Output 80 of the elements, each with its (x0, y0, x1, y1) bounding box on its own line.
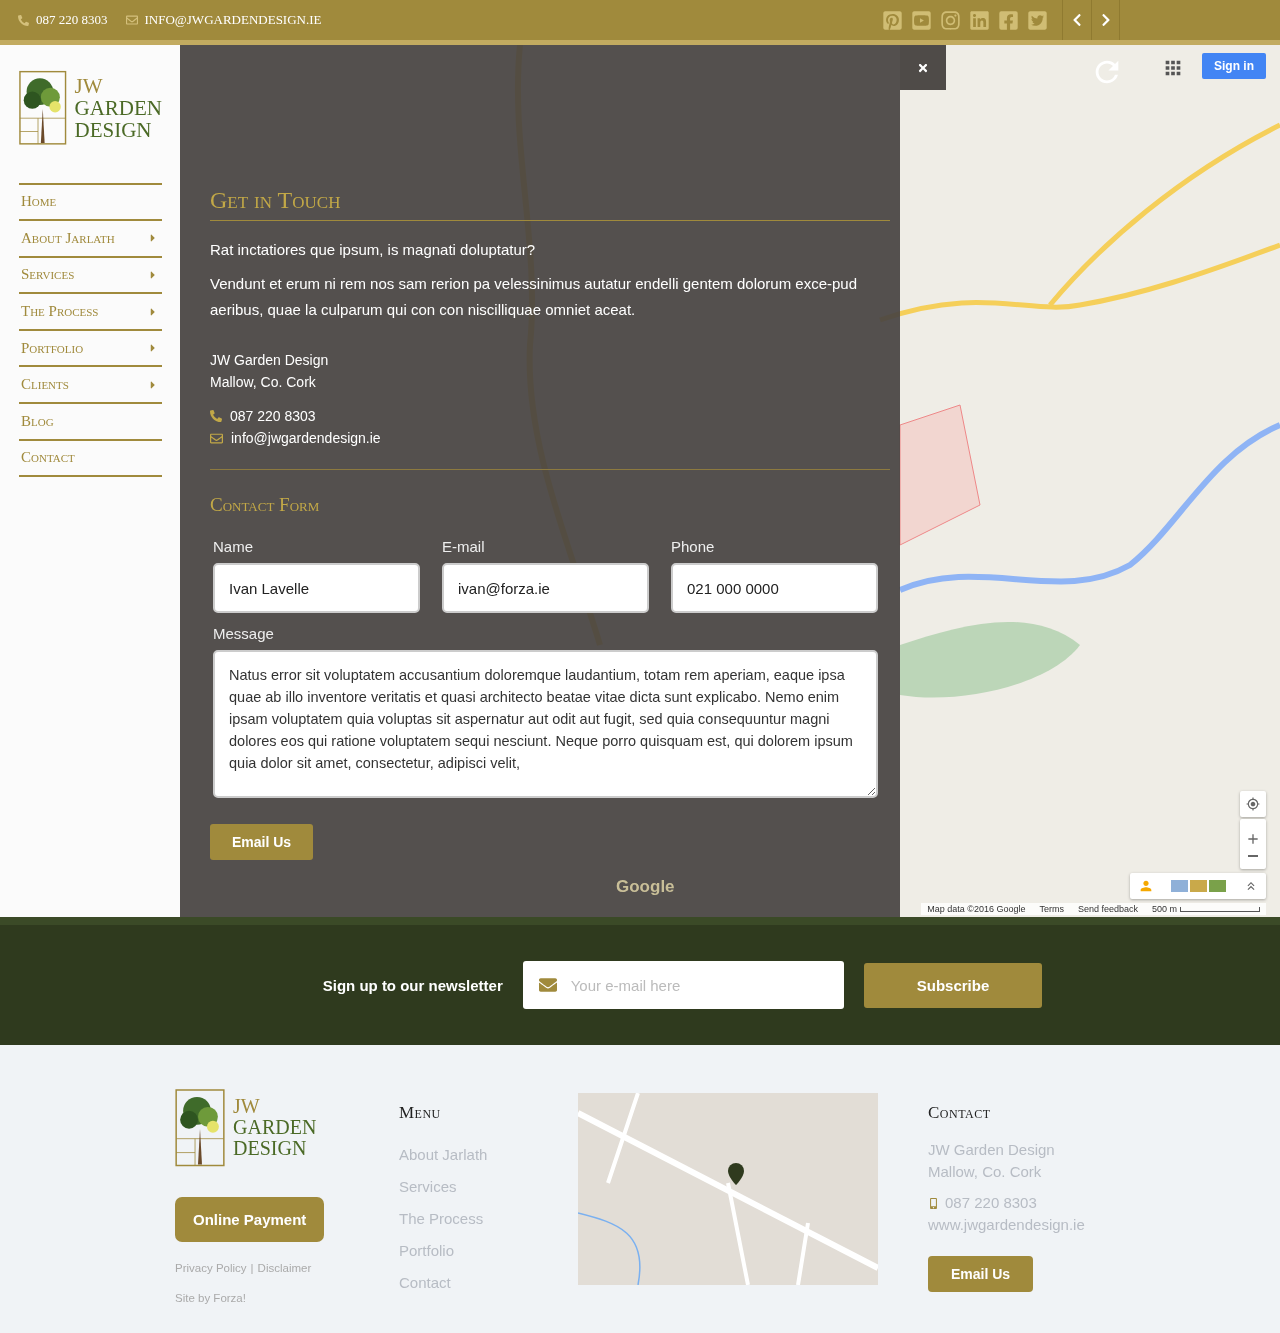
map-attribution: Map data ©2016 Google (927, 904, 1026, 914)
email-us-button[interactable]: Email Us (210, 824, 314, 860)
google-logo: Google (616, 877, 675, 897)
topbar-phone[interactable]: 087 220 8303 (18, 0, 108, 40)
envelope-icon (210, 431, 223, 445)
newsletter-email-field[interactable]: Your e-mail here (522, 961, 844, 1009)
company-name: JW Garden Design (928, 1140, 1055, 1160)
sidebar-menu-item[interactable]: Blog (19, 404, 162, 441)
sidebar-menu-item[interactable]: Home (19, 184, 162, 222)
subscribe-button[interactable]: Subscribe (863, 962, 1043, 1008)
phone-icon (18, 14, 29, 26)
footer-phone: 087 220 8303 (928, 1192, 1037, 1214)
pinterest-icon[interactable] (882, 9, 903, 31)
facebook-icon[interactable] (998, 9, 1019, 31)
newsletter-label: Sign up to our newsletter (322, 976, 503, 994)
mobile-phone-icon (928, 1197, 939, 1209)
contact-email[interactable]: info@jwgardendesign.ie (210, 427, 890, 449)
online-payment-button[interactable]: Online Payment (175, 1196, 325, 1242)
sidebar-menu-item[interactable]: Contact (19, 440, 162, 478)
address-text: Mallow, Co. Cork (210, 373, 317, 392)
message-input[interactable]: Natus error sit voluptatem accusantium doloremque laudantium, totam rem aperiam, eaque ipsa quae ab illo inventore veritatis et quasi architecto beatae vitae dicta sunt explicabo. Nemo enim ipsam voluptatem quia voluptas sit aspernatur aut odit aut fugit, sed quia consequuntur magni dolores eos qui ratione voluptatem sequi nesciunt. Neque porro quisquam est, qui dolorem ipsum quia dolor sit amet, consectetur, adipisci velit, (213, 650, 878, 798)
text-input[interactable]: 021 000 0000 (671, 563, 878, 613)
privacy-policy-link[interactable]: Privacy Policy (175, 1261, 247, 1274)
phone-icon (210, 410, 222, 422)
sidebar-menu-item[interactable]: Services (19, 257, 162, 295)
tree-logo-icon (19, 69, 67, 147)
footer-menu-link[interactable]: Portfolio (399, 1235, 455, 1267)
tree-logo-icon (175, 1089, 225, 1167)
logo-text: JW GARDEN DESIGN (233, 1096, 317, 1160)
sidebar-menu-item[interactable]: Portfolio (19, 330, 162, 368)
footer-menu-link[interactable]: Contact (399, 1267, 451, 1299)
logo-text: JW GARDEN DESIGN (74, 74, 162, 141)
location-icon (1246, 797, 1260, 811)
text-input[interactable]: ivan@forza.ie (442, 563, 649, 613)
close-icon (917, 61, 929, 74)
pegman-icon (1138, 878, 1154, 894)
my-location-button[interactable] (1240, 791, 1266, 817)
field-label: Phone (671, 538, 716, 555)
address-text: Mallow, Co. Cork (928, 1162, 1042, 1182)
company-name: JW Garden Design (210, 351, 330, 370)
field-label: Message (213, 625, 275, 642)
minus-icon (1248, 855, 1258, 857)
sidebar-menu-item[interactable]: Clients (19, 367, 162, 405)
email-us-button[interactable]: Email Us (928, 1256, 1034, 1292)
map-scale: 500 m (1152, 904, 1260, 914)
credit-text: Site by Forza! (175, 1291, 246, 1304)
zoom-control[interactable] (1240, 819, 1266, 869)
twitter-icon[interactable] (1027, 9, 1048, 31)
sidebar-menu-item[interactable]: The Process (19, 294, 162, 331)
sidebar-menu-item[interactable]: About Jarlath (19, 221, 162, 258)
instagram-icon[interactable] (940, 9, 961, 31)
plus-icon (1245, 831, 1261, 847)
text-input[interactable]: Ivan Lavelle (213, 563, 420, 613)
footer-heading: Menu (399, 1103, 441, 1123)
envelope-icon (125, 14, 138, 26)
envelope-icon (538, 976, 557, 994)
form-heading: Contact Form (210, 494, 321, 517)
section-heading: Get in Touch (210, 187, 890, 221)
map-thumbnails-icon (1171, 880, 1227, 892)
body-text: Vendunt et erum ni rem nos sam rerion pa velessinimus autatur endelli gentem dolorum exce-pud aeribus, quae la culparum qui con con niscilliquae omniet aceat. (210, 274, 858, 320)
linkedin-icon[interactable] (969, 9, 990, 31)
close-button[interactable] (900, 45, 946, 90)
field-label: E-mail (442, 538, 486, 555)
sign-in-button[interactable]: Sign in (1202, 53, 1266, 79)
next-button[interactable] (1091, 0, 1120, 40)
contact-phone: 087 220 8303 (210, 405, 890, 427)
youtube-icon[interactable] (911, 9, 932, 31)
website-link[interactable]: www.jwgardendesign.ie (928, 1214, 1085, 1236)
intro-text: Rat inctatiores que ipsum, is magnati doluptatur? (210, 240, 537, 260)
footer-menu-link[interactable]: The Process (399, 1203, 484, 1235)
topbar-email[interactable]: INFO@JWGARDENDESIGN.IE (125, 0, 322, 40)
field-label: Name (213, 538, 254, 555)
map-attribution[interactable]: Send feedback (1077, 904, 1138, 914)
footer-menu-link[interactable]: Services (399, 1171, 457, 1203)
map-attribution[interactable]: Terms (1039, 904, 1064, 914)
footer-heading: Contact (928, 1103, 991, 1123)
separator: | (250, 1261, 254, 1274)
footer-menu-link[interactable]: About Jarlath (399, 1139, 488, 1171)
disclaimer-link[interactable]: Disclaimer (257, 1261, 312, 1274)
map-type-control[interactable] (1130, 873, 1266, 899)
